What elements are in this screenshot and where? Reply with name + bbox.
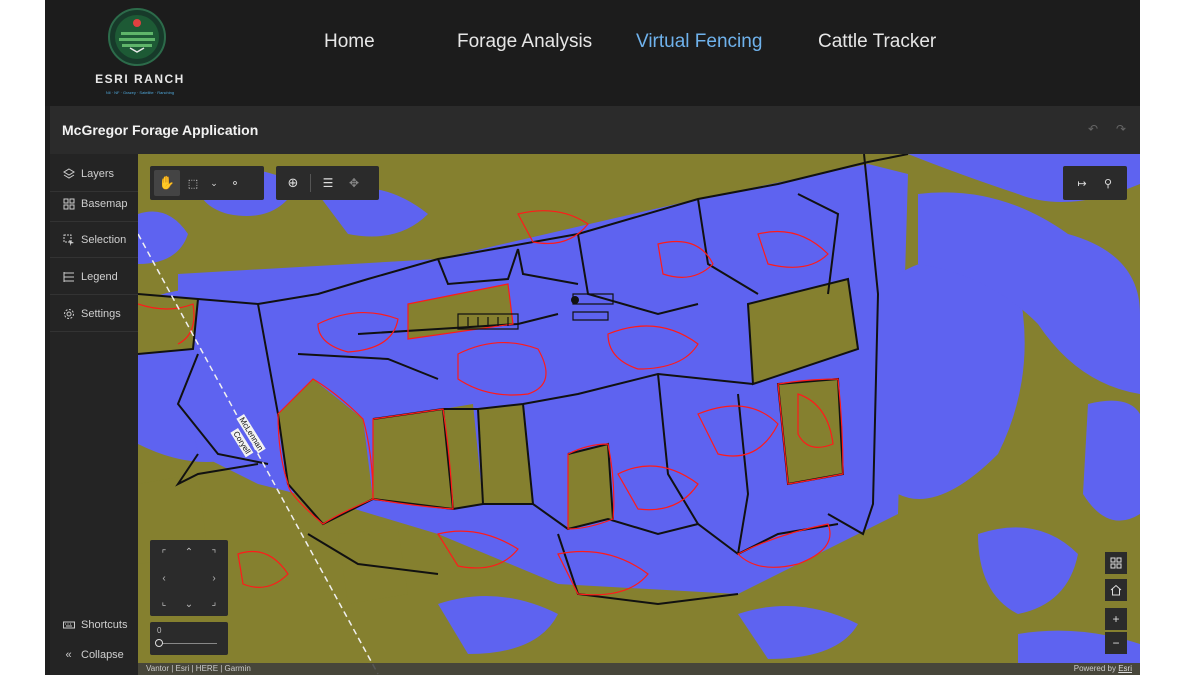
app-window: ESRI RANCH Nil · NF · Grazey · Satellite… [45, 0, 1140, 675]
shortcuts-label: Shortcuts [81, 619, 128, 631]
zoom-in-button[interactable]: + [1105, 608, 1127, 630]
pan-hand-tool[interactable]: ✋ [154, 170, 180, 196]
nav-cattle-tracker[interactable]: Cattle Tracker [818, 31, 936, 53]
ranch-emblem-icon [108, 8, 166, 66]
minus-icon: − [1112, 636, 1120, 650]
map-right-tools: ↦ ⚲ [1063, 166, 1127, 200]
panel-item-label: Legend [81, 270, 118, 283]
sketch-tools: ✋ ⬚ ⌄ ⚬ [150, 166, 264, 200]
undo-icon[interactable]: ↶ [1088, 122, 1098, 136]
esri-link[interactable]: Esri [1118, 664, 1132, 673]
app-header: McGregor Forage Application ↶ ↷ [50, 106, 1140, 154]
select-dropdown[interactable]: ⌄ [206, 170, 222, 196]
hand-icon: ✋ [158, 175, 176, 190]
zoom-out-button[interactable]: − [1105, 632, 1127, 654]
panel-item-label: Basemap [81, 197, 128, 210]
gear-icon [62, 307, 75, 320]
panel-item-label: Settings [81, 307, 121, 320]
pan-right-icon[interactable]: › [207, 571, 221, 585]
map-tools: ⊕ ☰ ✥ [276, 166, 379, 200]
redo-icon[interactable]: ↷ [1116, 122, 1126, 136]
powered-by-label: Powered by [1073, 664, 1116, 673]
filter-icon: ☰ [322, 176, 334, 190]
keyboard-icon [62, 619, 75, 632]
filter-tool[interactable]: ☰ [315, 170, 341, 196]
legend-list-icon [62, 270, 75, 283]
zoom-track[interactable] [159, 643, 217, 644]
nav-forage-analysis[interactable]: Forage Analysis [457, 31, 592, 53]
home-icon [1110, 584, 1122, 596]
pan-up-left-icon[interactable]: ⌜ [157, 547, 171, 561]
pan-down-icon[interactable]: ⌄ [182, 597, 196, 611]
move-icon: ✥ [348, 176, 360, 190]
attribution-text: Vantor | Esri | HERE | Garmin [146, 664, 251, 673]
add-circle-icon: ⊕ [287, 175, 299, 190]
add-point-tool[interactable]: ⊕ [280, 170, 306, 196]
map-marker [571, 296, 579, 304]
esri-ranch-logo[interactable]: ESRI RANCH Nil · NF · Grazey · Satellite… [90, 6, 190, 96]
double-chevron-left-icon: « [65, 649, 72, 661]
pan-down-left-icon[interactable]: ⌞ [157, 595, 171, 609]
powered-by: Powered by Esri [1074, 664, 1132, 673]
collapse-button[interactable]: « Collapse [50, 637, 138, 673]
zoom-slider: 0 [150, 622, 228, 655]
layers-icon [62, 167, 75, 180]
selection-icon [62, 233, 75, 246]
panel-item-legend[interactable]: Legend [50, 259, 138, 295]
panel-item-label: Layers [81, 167, 115, 180]
pan-down-right-icon[interactable]: ⌟ [207, 595, 221, 609]
grid-icon [1110, 557, 1122, 569]
nav-virtual-fencing[interactable]: Virtual Fencing [636, 31, 762, 53]
panel-item-selection[interactable]: Selection [50, 222, 138, 258]
nav-home[interactable]: Home [324, 31, 375, 53]
measure-tool[interactable]: ↦ [1069, 170, 1095, 196]
plus-icon: + [1112, 612, 1120, 626]
lasso-icon: ⚬ [230, 177, 240, 190]
collapse-label: Collapse [81, 649, 124, 661]
pan-left-icon[interactable]: ‹ [157, 571, 171, 585]
zoom-knob[interactable] [155, 639, 163, 647]
home-button[interactable] [1105, 579, 1127, 601]
map-canvas [138, 154, 1140, 675]
pan-up-right-icon[interactable]: ⌝ [207, 547, 221, 561]
basemap-grid-icon [62, 197, 75, 210]
app-title: McGregor Forage Application [62, 122, 259, 138]
lasso-select-tool[interactable]: ⚬ [222, 170, 248, 196]
move-tool[interactable]: ✥ [341, 170, 367, 196]
toolbar-divider [310, 174, 311, 192]
chevron-down-icon: ⌄ [210, 177, 218, 188]
left-panel: Layers Basemap Selection Legend Settings [50, 154, 138, 675]
brand-name: ESRI RANCH [95, 72, 185, 86]
panel-item-basemap[interactable]: Basemap [50, 186, 138, 222]
navigation-pad: ⌜ ⌃ ⌝ ‹ › ⌞ ⌄ ⌟ [150, 540, 228, 616]
attribution-bar: Vantor | Esri | HERE | Garmin Powered by… [138, 663, 1140, 675]
measure-icon: ↦ [1077, 177, 1087, 190]
pan-up-icon[interactable]: ⌃ [182, 545, 196, 559]
rectangle-select-tool[interactable]: ⬚ [180, 170, 206, 196]
basemap-gallery-button[interactable] [1105, 552, 1127, 574]
top-navigation: ESRI RANCH Nil · NF · Grazey · Satellite… [45, 0, 1140, 106]
panel-item-settings[interactable]: Settings [50, 296, 138, 332]
zoom-level-value: 0 [157, 626, 162, 635]
rectangle-select-icon: ⬚ [187, 177, 199, 190]
panel-item-label: Selection [81, 233, 127, 246]
map-view[interactable]: McLennan Coryell ✋ ⬚ ⌄ ⚬ ⊕ ☰ ✥ ↦ ⚲ ⌜ ⌃ ⌝… [138, 154, 1140, 675]
brand-tagline: Nil · NF · Grazey · Satellite · Ranching [105, 90, 175, 95]
search-icon: ⚲ [1103, 177, 1113, 190]
search-tool[interactable]: ⚲ [1095, 170, 1121, 196]
